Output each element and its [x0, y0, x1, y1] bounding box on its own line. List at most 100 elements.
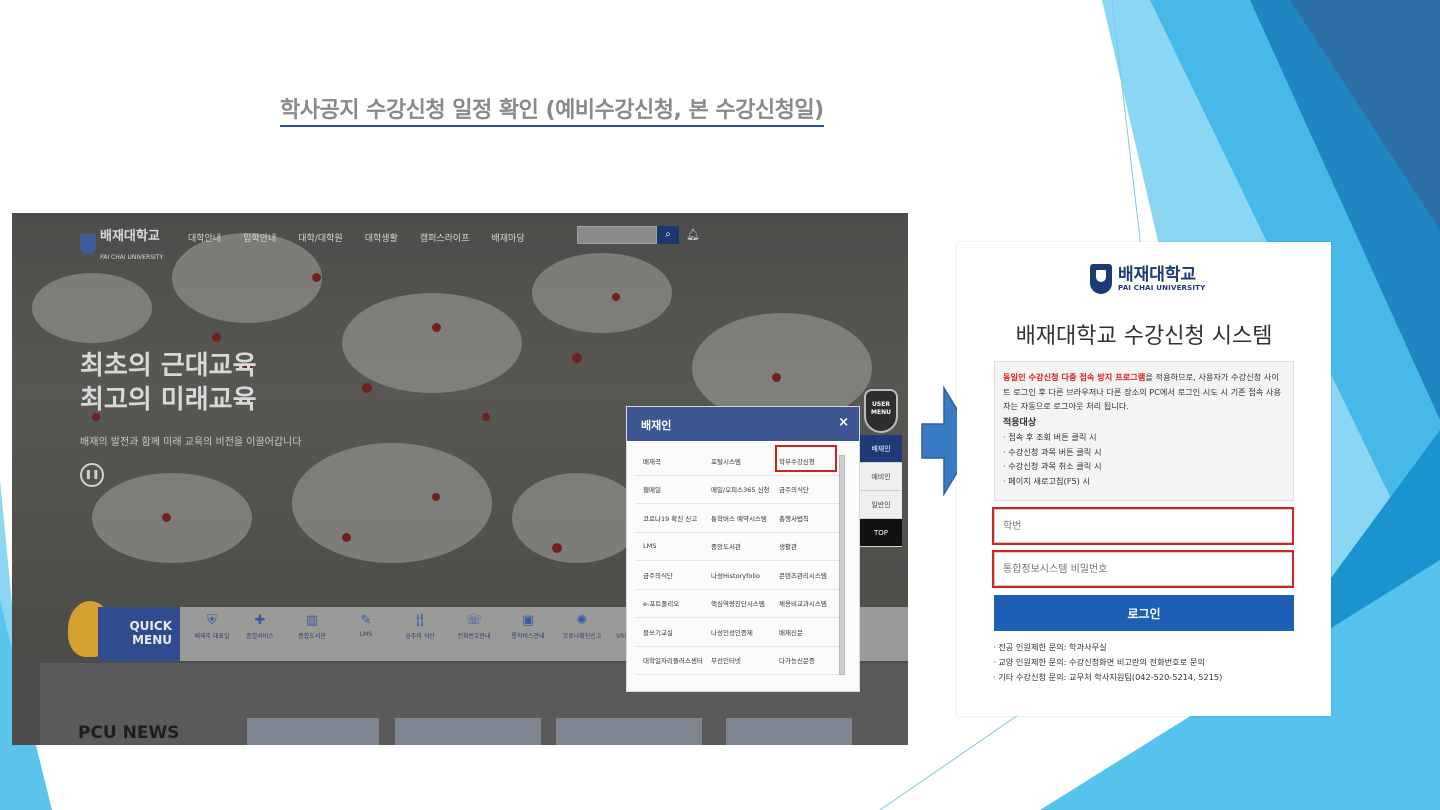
- search-input[interactable]: [577, 226, 657, 244]
- notice-red-text: 동일인 수강신청 다중 접속 방지 프로그램: [1003, 372, 1146, 382]
- close-icon[interactable]: ×: [838, 415, 849, 430]
- edit-icon: ✎: [360, 613, 372, 628]
- news-title: PCU NEWS: [78, 723, 180, 743]
- virus-icon: ✺: [576, 613, 588, 628]
- notice-item: · 수강신청 과목 취소 클릭 시: [1003, 461, 1102, 471]
- login-button[interactable]: 로그인: [994, 595, 1294, 631]
- quick-item[interactable]: ✺ 코로나확진신고: [552, 613, 612, 640]
- quick-item[interactable]: ☏ 전화번호안내: [444, 613, 504, 640]
- notice-heading: 적용대상: [1003, 417, 1037, 428]
- quick-item[interactable]: ✚ 종합서비스: [230, 613, 290, 640]
- notice-text: 동일인 수강신청 다중 접속 방지 프로그램을 적용하므로, 사용자가 수강신청…: [1003, 370, 1285, 414]
- contact-notes: · 전공 인원제한 문의: 학과사무실 · 교양 인원제한 문의: 수강신청화면…: [993, 640, 1222, 685]
- bus-icon: ▣: [521, 613, 535, 628]
- phone-icon: ☏: [465, 613, 483, 628]
- bell-icon[interactable]: 🔔︎: [686, 228, 700, 241]
- tab-baejaein[interactable]: 배재인: [860, 435, 902, 463]
- user-menu-badge[interactable]: USER MENU: [864, 389, 898, 433]
- popup-link[interactable]: 코로나19 확진 신고: [635, 513, 703, 523]
- slide-title: 학사공지 수강신청 일정 확인 (예비수강신청, 본 수강신청일): [280, 92, 824, 127]
- popup-side-tabs: 배재인 예비인 일반인 TOP: [860, 435, 902, 547]
- homepage-screenshot: 배재대학교 PAI CHAI UNIVERSITY 대학안내 입학안내 대학/대…: [12, 213, 908, 745]
- popup-link[interactable]: 배재곡: [635, 456, 703, 466]
- logo-sub: PAI CHAI UNIVERSITY: [100, 254, 164, 261]
- popup-link[interactable]: 중앙도서관: [703, 541, 771, 551]
- popup-link[interactable]: 나성인성인증제: [703, 627, 771, 637]
- popup-title: 배재인: [641, 419, 672, 432]
- login-logo-sub: PAI CHAI UNIVERSITY: [1118, 284, 1206, 292]
- news-thumbnail[interactable]: [726, 718, 852, 745]
- notice-item: · 페이지 새로고침(F5) 시: [1003, 475, 1090, 486]
- login-screenshot: 배재대학교 PAI CHAI UNIVERSITY 배재대학교 수강신청 시스템…: [957, 242, 1331, 716]
- pause-icon[interactable]: ❚❚: [80, 463, 104, 487]
- quick-item[interactable]: 🍴︎ 금주의 식단: [390, 613, 450, 640]
- hero-subtext: 배재의 발전과 함께 미래 교육의 비전을 이끌어갑니다: [80, 437, 302, 448]
- popup-row: 금주의식단 나성Historyfolio 콘텐츠관리시스템: [635, 561, 841, 590]
- popup-link[interactable]: 메일/오피스365 신청: [703, 484, 771, 494]
- nav-item[interactable]: 캠퍼스라이프: [420, 231, 470, 244]
- presentation-slide: 학사공지 수강신청 일정 확인 (예비수강신청, 본 수강신청일) 배재대학교 …: [0, 0, 1440, 810]
- popup-link[interactable]: LMS: [635, 542, 703, 550]
- popup-link[interactable]: 배재신문: [771, 627, 839, 637]
- popup-link[interactable]: 총행서법칙: [771, 513, 839, 523]
- popup-link[interactable]: 대학일자리플러스센터: [635, 655, 703, 665]
- popup-link[interactable]: 금주의식단: [771, 484, 839, 494]
- contact-note: · 기타 수강신청 문의: 교무처 학사지원팀(042-520-5214, 52…: [993, 672, 1223, 682]
- popup-row: 대학일자리플러스센터 무선인터넷 다가능신문증: [635, 647, 841, 675]
- quicklink-popup: 배재인 × 배재곡 포털시스템 학부수강신청 웹메일 메일/오피스365 신청 금주의식단…: [626, 406, 860, 692]
- popup-row: 코로나19 확진 신고 통학버스 예약시스템 총행서법칙: [635, 504, 841, 533]
- nav-item[interactable]: 대학생활: [365, 231, 398, 244]
- popup-row: 웹메일 메일/오피스365 신청 금주의식단: [635, 476, 841, 504]
- popup-scrollbar[interactable]: [839, 455, 845, 675]
- highlight-frame: [992, 507, 1294, 545]
- nav-item[interactable]: 대학/대학원: [298, 231, 342, 244]
- highlight-frame: [775, 445, 837, 472]
- top-nav: 대학안내 입학안내 대학/대학원 대학생활 캠퍼스라이프 배재마당: [188, 231, 525, 244]
- highlight-frame: [992, 550, 1294, 588]
- quick-item[interactable]: ▣ 통학버스안내: [498, 613, 558, 640]
- nav-item[interactable]: 입학안내: [243, 231, 276, 244]
- login-logo-name: 배재대학교: [1118, 265, 1197, 285]
- news-thumbnail[interactable]: [247, 718, 379, 745]
- popup-link[interactable]: 블쓰기교실: [635, 627, 703, 637]
- popup-link[interactable]: 무선인터넷: [703, 655, 771, 665]
- popup-link[interactable]: 채용비교과시스템: [771, 598, 839, 608]
- popup-link[interactable]: 포털시스템: [703, 456, 771, 466]
- popup-link[interactable]: 콘텐츠관리시스템: [771, 570, 839, 580]
- shield-icon: [80, 234, 96, 254]
- popup-header: 배재인 ×: [627, 407, 859, 441]
- hero-heading: 최초의 근대교육 최고의 미래교육: [80, 351, 257, 415]
- popup-link[interactable]: 핵심역량진단시스템: [703, 598, 771, 608]
- popup-link[interactable]: 다가능신문증: [771, 655, 839, 665]
- service-icon: ✚: [254, 613, 266, 628]
- popup-row: LMS 중앙도서관 생활관: [635, 533, 841, 561]
- nav-item[interactable]: 대학안내: [188, 231, 221, 244]
- search-icon[interactable]: ⌕: [657, 226, 679, 244]
- popup-link[interactable]: e-포트폴리오: [635, 598, 703, 608]
- quick-item[interactable]: ✎ LMS: [336, 613, 396, 638]
- popup-link[interactable]: 나성Historyfolio: [703, 570, 771, 580]
- library-icon: ▥: [305, 613, 319, 628]
- utensils-icon: 🍴︎: [411, 613, 429, 628]
- top-button[interactable]: TOP: [860, 519, 902, 547]
- tab-yebiin[interactable]: 예비인: [860, 463, 902, 491]
- quick-item[interactable]: ▥ 종합도서관: [282, 613, 342, 640]
- shield-icon: [1090, 264, 1112, 294]
- contact-note: · 교양 인원제한 문의: 수강신청화면 비고란의 전화번호로 문의: [993, 657, 1205, 667]
- contact-note: · 전공 인원제한 문의: 학과사무실: [993, 642, 1107, 652]
- nav-item[interactable]: 배재마당: [492, 231, 525, 244]
- popup-link[interactable]: 통학버스 예약시스템: [703, 513, 771, 523]
- popup-link[interactable]: 금주의식단: [635, 570, 703, 580]
- popup-link[interactable]: 웹메일: [635, 484, 703, 494]
- homepage-logo[interactable]: 배재대학교 PAI CHAI UNIVERSITY: [80, 225, 163, 263]
- system-title: 배재대학교 수강신청 시스템: [1015, 324, 1273, 349]
- news-thumbnail[interactable]: [556, 718, 702, 745]
- popup-link-grid: 배재곡 포털시스템 학부수강신청 웹메일 메일/오피스365 신청 금주의식단 코로나19 …: [635, 447, 841, 675]
- popup-row: 블쓰기교실 나성인성인증제 배재신문: [635, 618, 841, 647]
- popup-link[interactable]: 생활관: [771, 541, 839, 551]
- notice-box: 동일인 수강신청 다중 접속 방지 프로그램을 적용하므로, 사용자가 수강신청…: [994, 361, 1294, 501]
- notice-item: · 수강신청 과목 버튼 클릭 시: [1003, 446, 1102, 457]
- popup-row: e-포트폴리오 핵심역량진단시스템 채용비교과시스템: [635, 590, 841, 618]
- tab-ilbanin[interactable]: 일반인: [860, 491, 902, 519]
- news-thumbnail[interactable]: [395, 718, 541, 745]
